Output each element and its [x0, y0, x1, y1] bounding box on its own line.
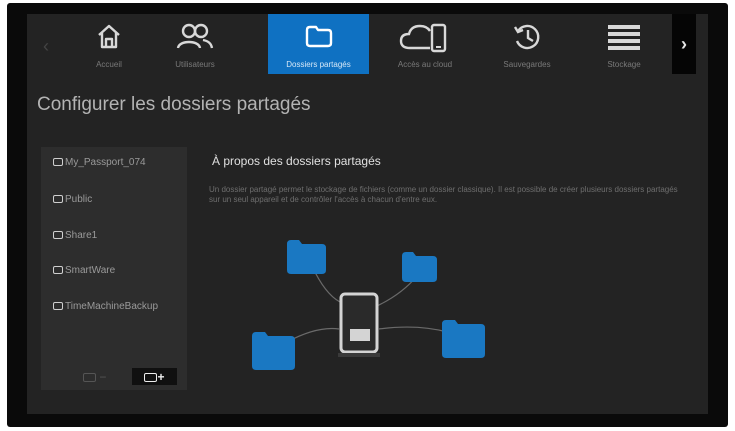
folder-icon [144, 373, 158, 382]
list-item[interactable]: TimeMachineBackup [53, 301, 158, 317]
page-title: Configurer les dossiers partagés [37, 94, 311, 115]
storage-device-icon [338, 292, 380, 357]
nav-label: Accueil [96, 60, 122, 69]
list-item[interactable]: SmartWare [53, 265, 115, 281]
folder-icon [53, 302, 63, 310]
nav-item-shares[interactable]: Dossiers partagés [268, 14, 369, 74]
about-description: Un dossier partagé permet le stockage de… [209, 185, 678, 204]
history-icon [481, 22, 573, 54]
shared-folders-illustration [252, 240, 485, 370]
remove-label: − [99, 370, 107, 384]
add-label: + [157, 370, 165, 384]
nav-label: Accès au cloud [397, 60, 453, 69]
home-icon [67, 22, 151, 54]
share-name: Public [65, 194, 93, 205]
share-name: My_Passport_074 [65, 157, 146, 168]
list-item[interactable]: My_Passport_074 [53, 157, 146, 173]
cloud-device-icon [377, 22, 473, 54]
list-item[interactable]: Share1 [53, 230, 97, 246]
chevron-left-icon[interactable]: ‹ [37, 36, 55, 56]
share-name: Share1 [65, 230, 98, 241]
folder-icon [53, 231, 63, 239]
share-name: SmartWare [65, 265, 116, 276]
folder-icon [252, 332, 295, 370]
folder-icon [287, 240, 326, 274]
nav-label: Sauvegardes [503, 60, 551, 69]
share-name: TimeMachineBackup [65, 301, 159, 312]
stack-icon [580, 22, 668, 54]
remove-share-button[interactable]: − [83, 370, 121, 387]
nav-item-cloud-access[interactable]: Accès au cloud [377, 14, 473, 74]
folder-icon [442, 320, 485, 358]
about-title: À propos des dossiers partagés [212, 154, 381, 168]
folder-icon [402, 252, 437, 282]
nav-label: Stockage [607, 60, 641, 69]
folder-icon [53, 195, 63, 203]
nav-label: Dossiers partagés [286, 60, 351, 69]
list-item[interactable]: Public [53, 194, 92, 210]
nav-item-users[interactable]: Utilisateurs [153, 14, 237, 74]
nav-item-backups[interactable]: Sauvegardes [481, 14, 573, 74]
monitor-frame: ‹ Accueil Utilisateurs Dossiers partagés [7, 3, 728, 427]
chevron-right-icon[interactable]: › [672, 14, 696, 74]
top-nav: ‹ Accueil Utilisateurs Dossiers partagés [27, 14, 708, 77]
share-list: My_Passport_074 Public Share1 SmartWare … [41, 147, 187, 390]
folder-icon [83, 373, 96, 382]
folder-icon [268, 22, 369, 54]
app-screen: ‹ Accueil Utilisateurs Dossiers partagés [27, 14, 708, 414]
nav-label: Utilisateurs [175, 60, 215, 69]
users-icon [153, 22, 237, 54]
nav-item-home[interactable]: Accueil [67, 14, 151, 74]
folder-icon [53, 158, 63, 166]
add-share-button[interactable]: + [132, 368, 177, 385]
nav-item-storage[interactable]: Stockage [580, 14, 668, 74]
folder-icon [53, 266, 63, 274]
